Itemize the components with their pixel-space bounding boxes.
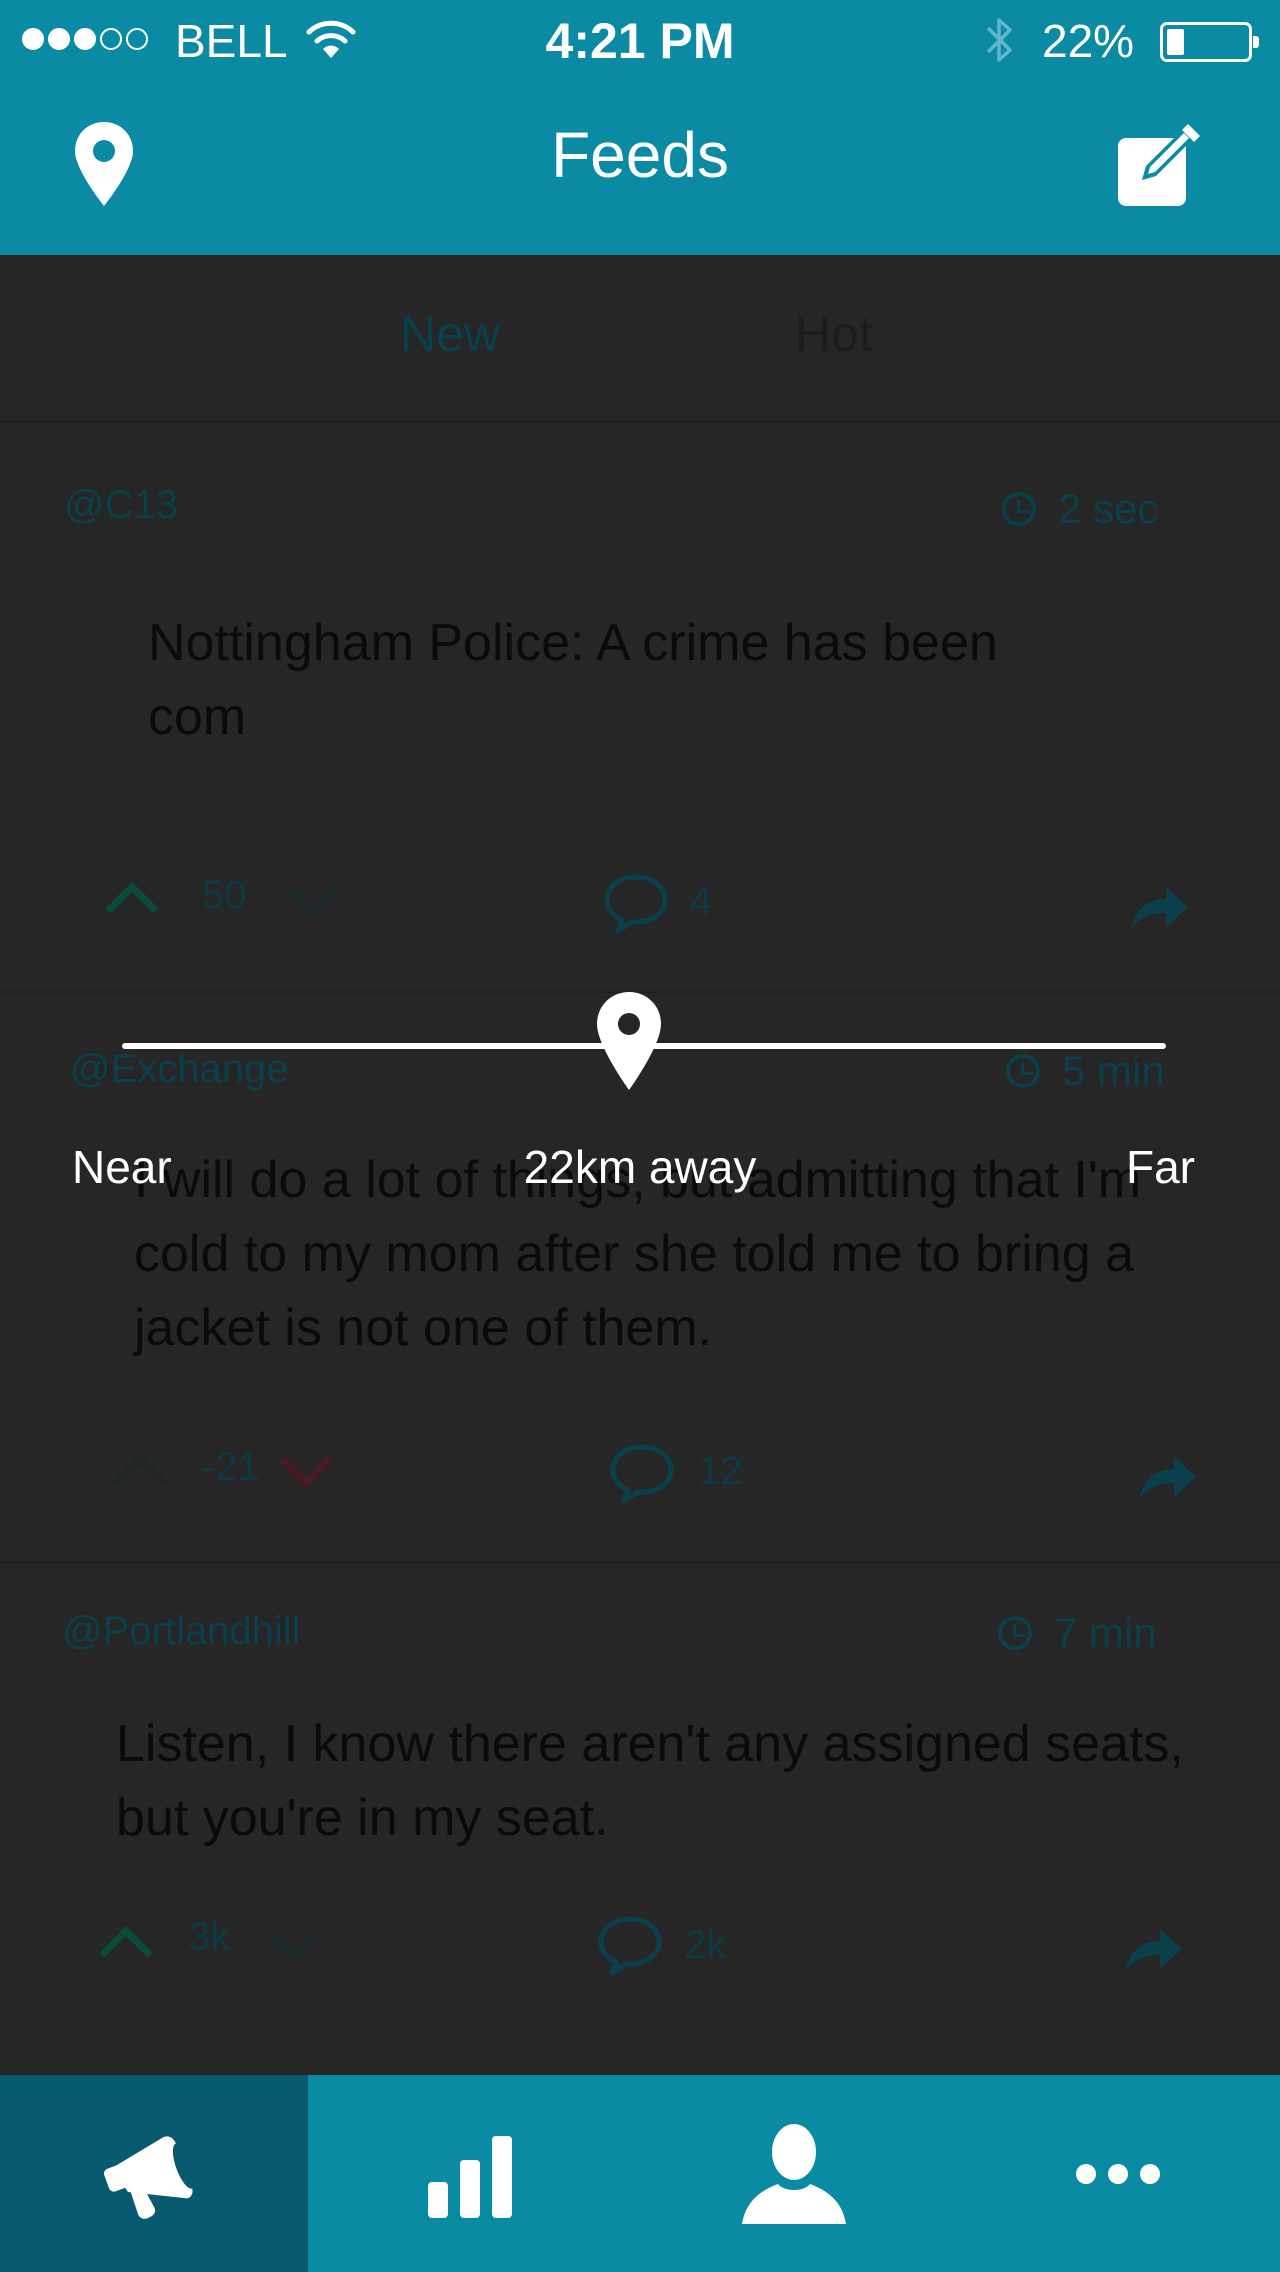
tab-feeds[interactable]	[0, 2075, 308, 2272]
upvote-icon[interactable]	[104, 881, 160, 915]
slider-handle-pin-icon[interactable]	[595, 990, 663, 1092]
battery-percentage: 22%	[1042, 15, 1135, 67]
share-icon[interactable]	[1136, 1453, 1198, 1501]
slider-value-label: 22km away	[523, 1141, 757, 1193]
compose-icon[interactable]	[1112, 118, 1206, 212]
post-time: 2 sec	[1058, 485, 1159, 532]
post-timestamp: 2 sec	[1002, 485, 1158, 533]
comment-icon[interactable]	[608, 1441, 676, 1505]
feed-tabs: New Hot	[0, 255, 1280, 423]
megaphone-icon	[104, 2135, 196, 2219]
comment-icon[interactable]	[602, 871, 670, 935]
post-score: -21	[202, 1445, 260, 1489]
battery-icon	[1160, 22, 1259, 62]
tab-hot[interactable]: Hot	[795, 305, 873, 363]
more-icon	[1076, 2163, 1160, 2184]
post-handle[interactable]: @Portlandhill	[62, 1609, 301, 1654]
user-icon	[742, 2123, 846, 2224]
post-handle[interactable]: @Exchange	[70, 1047, 289, 1092]
slider-max-label: Far	[1126, 1141, 1195, 1193]
bottom-tab-bar	[0, 2075, 1280, 2272]
tab-stats[interactable]	[308, 2075, 632, 2272]
clock-icon	[1006, 1054, 1040, 1088]
downvote-icon[interactable]	[266, 1929, 322, 1963]
post-handle[interactable]: @C13	[64, 483, 178, 528]
post-score: 50	[202, 873, 247, 917]
post-timestamp: 7 min	[998, 1609, 1157, 1657]
comment-count: 4	[690, 879, 713, 923]
comment-count: 2k	[684, 1923, 727, 1967]
post-time: 5 min	[1062, 1047, 1165, 1094]
post-body: Listen, I know there aren't any assigned…	[116, 1715, 1184, 1847]
page-title: Feeds	[551, 119, 729, 191]
bluetooth-icon	[986, 18, 1012, 62]
downvote-icon[interactable]	[286, 885, 342, 919]
share-icon[interactable]	[1122, 1925, 1184, 1973]
upvote-icon[interactable]	[98, 1925, 154, 1959]
post-body: Nottingham Police: A crime has been com	[148, 614, 998, 746]
upvote-icon[interactable]	[112, 1453, 168, 1487]
post-card[interactable]: @Portlandhill 7 min Listen, I know there…	[0, 1563, 1280, 2133]
tab-more[interactable]	[956, 2075, 1280, 2272]
downvote-icon[interactable]	[278, 1455, 334, 1489]
tab-profile[interactable]	[632, 2075, 956, 2272]
comment-count: 12	[698, 1449, 743, 1493]
post-time: 7 min	[1054, 1609, 1157, 1656]
tab-new[interactable]: New	[400, 305, 500, 363]
post-score: 3k	[188, 1915, 231, 1959]
share-icon[interactable]	[1128, 883, 1190, 931]
clock-icon	[1002, 492, 1036, 526]
post-timestamp: 5 min	[1006, 1047, 1165, 1095]
top-bar: BELL 4:21 PM 22% Feeds	[0, 0, 1280, 255]
post-card[interactable]: @C13 2 sec Nottingham Police: A crime ha…	[0, 423, 1280, 993]
feeds-screen: BELL 4:21 PM 22% Feeds New Hot @C13 2 se…	[0, 0, 1280, 2272]
bar-chart-icon	[428, 2135, 512, 2218]
comment-icon[interactable]	[596, 1913, 664, 1977]
clock-icon	[998, 1616, 1032, 1650]
